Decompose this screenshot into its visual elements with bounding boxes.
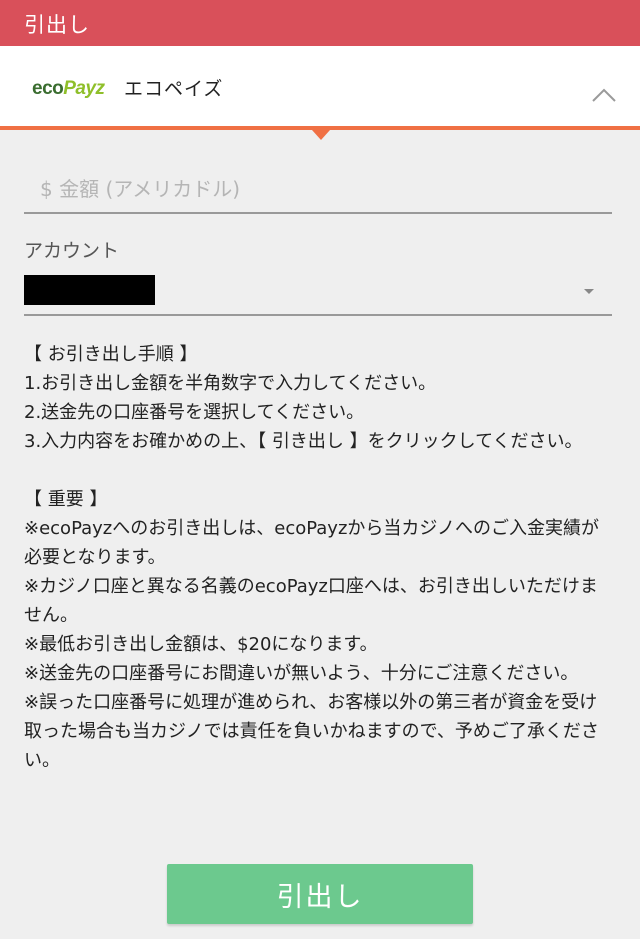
payment-method-panel[interactable]: ecoPayz エコペイズ xyxy=(0,46,640,140)
procedure-step: 1.お引き出し金額を半角数字で入力してください。 xyxy=(24,373,437,394)
important-note: ※誤った口座番号に処理が進められ、お客様以外の第三者が資金を受け取った場合も当カ… xyxy=(24,692,599,771)
important-heading: 【 重要 】 xyxy=(24,489,108,510)
account-select[interactable] xyxy=(24,270,612,316)
account-value-redacted xyxy=(24,275,155,305)
procedure-step: 2.送金先の口座番号を選択してください。 xyxy=(24,402,365,423)
page-title: 引出し xyxy=(24,13,90,37)
chevron-up-icon[interactable] xyxy=(591,82,617,108)
important-note: ※最低お引き出し金額は、$20になります。 xyxy=(24,634,378,655)
ecopayz-logo: ecoPayz xyxy=(32,78,105,99)
withdraw-button[interactable]: 引出し xyxy=(167,864,473,924)
pointer-notch xyxy=(312,130,330,140)
important-note: ※送金先の口座番号にお間違いが無いよう、十分にご注意ください。 xyxy=(24,663,579,684)
dropdown-caret-icon[interactable] xyxy=(584,289,594,294)
important-note: ※ecoPayzへのお引き出しは、ecoPayzから当カジノへのご入金実績が必要… xyxy=(24,518,600,568)
header-bar: 引出し xyxy=(0,0,640,46)
amount-input[interactable] xyxy=(24,168,630,210)
account-label: アカウント xyxy=(24,240,120,262)
amount-field[interactable] xyxy=(24,168,630,214)
payment-method-name: エコペイズ xyxy=(124,78,224,100)
procedure-heading: 【 お引き出し手順 】 xyxy=(24,344,198,365)
important-note: ※カジノ口座と異なる名義のecoPayz口座へは、お引き出しいただけません。 xyxy=(24,576,598,626)
procedure-step: 3.入力内容をお確かめの上、【 引き出し 】をクリックしてください。 xyxy=(24,431,583,452)
instructions-block: 【 お引き出し手順 】 1.お引き出し金額を半角数字で入力してください。 2.送… xyxy=(24,340,614,775)
